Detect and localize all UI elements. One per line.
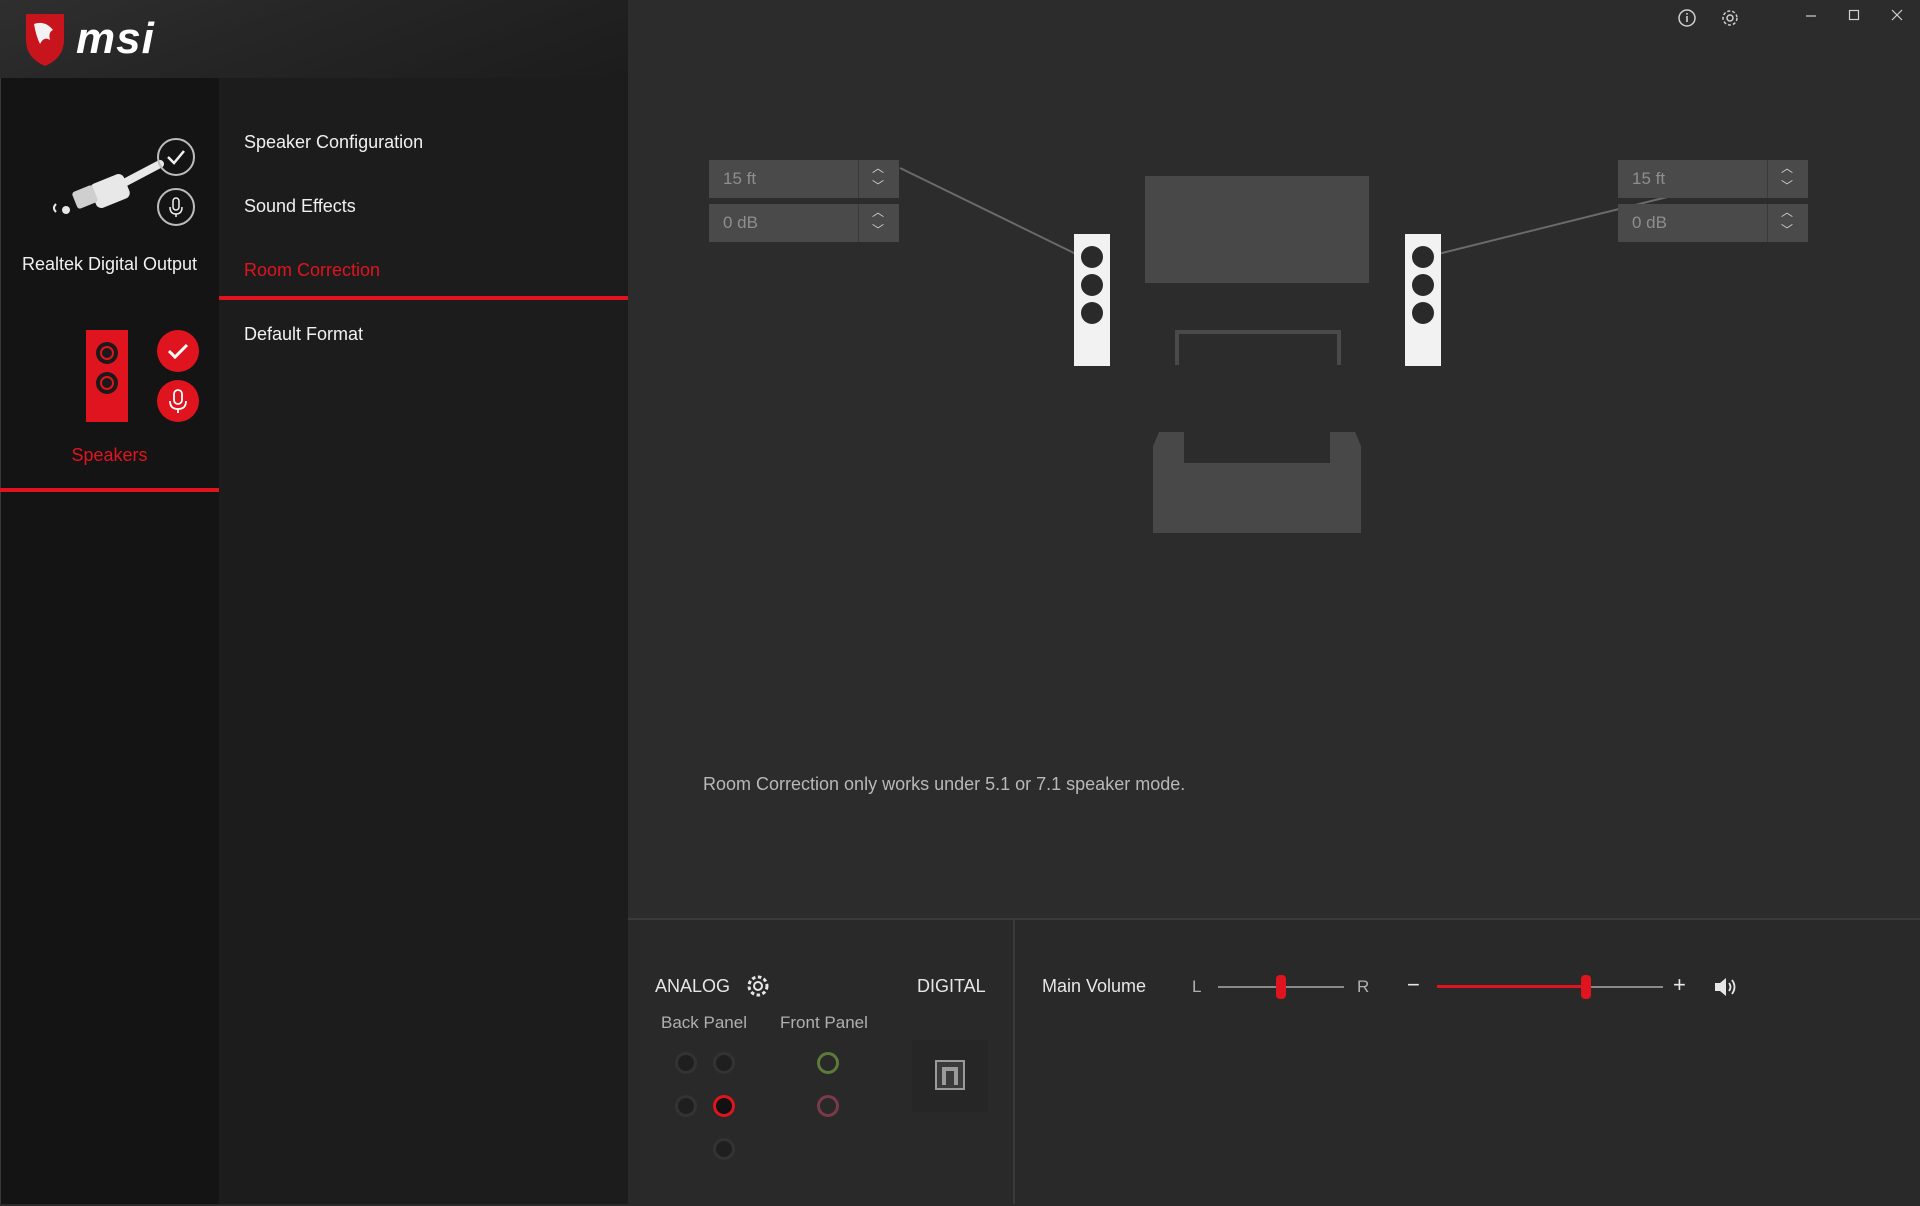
chevron-up-icon[interactable]: ︿ [872,162,884,174]
device-speakers[interactable]: Speakers [0,320,219,490]
device-name: Speakers [71,445,148,465]
left-distance-stepper[interactable]: 15 ft ︿ ﹀ [709,160,899,198]
device-name: Realtek Digital Output [21,254,198,274]
back-panel-jack[interactable] [675,1095,697,1117]
room-diagram [899,167,1785,533]
right-distance-stepper[interactable]: 15 ft ︿ ﹀ [1618,160,1808,198]
main-volume-fill [1437,985,1587,988]
default-device-check-icon [157,330,199,372]
chevron-down-icon[interactable]: ﹀ [1781,180,1793,192]
analog-label: ANALOG [655,976,731,996]
couch-shape [1153,432,1361,533]
chevron-down-icon[interactable]: ﹀ [872,224,884,236]
left-gain-stepper[interactable]: 0 dB ︿ ﹀ [709,204,899,242]
speaker-icon [86,330,128,422]
back-panel-jack[interactable] [675,1052,697,1074]
active-device-underline [0,488,219,492]
digital-label: DIGITAL [917,976,986,996]
balance-left-label: L [1192,977,1202,996]
default-communication-mic-icon [157,380,199,422]
chevron-down-icon[interactable]: ﹀ [1781,224,1793,236]
menu-sound-effects[interactable]: Sound Effects [244,196,356,217]
device-digital-output[interactable]: Realtek Digital Output [0,130,219,290]
table-shape [1175,330,1341,365]
analog-settings-gear-icon[interactable] [745,973,771,999]
room-correction-note: Room Correction only works under 5.1 or … [703,774,1186,794]
active-menu-underline [219,296,628,300]
chevron-up-icon[interactable]: ︿ [1781,162,1793,174]
digital-cable-icon [53,160,164,214]
back-panel-jack[interactable] [713,1138,735,1160]
msi-logo-text: msi [76,14,155,63]
left-speaker-icon [1074,234,1110,366]
default-communication-mic-icon [157,188,195,226]
default-device-check-icon [157,138,195,176]
menu-speaker-configuration[interactable]: Speaker Configuration [244,132,423,153]
right-gain-value: 0 dB [1632,213,1667,232]
left-distance-value: 15 ft [723,169,757,188]
main-volume-slider[interactable] [1437,975,1663,999]
menu-room-correction[interactable]: Room Correction [244,260,380,281]
chevron-up-icon[interactable]: ︿ [872,206,884,218]
balance-slider[interactable] [1218,975,1344,999]
digital-output-port-icon[interactable] [912,1040,988,1112]
balance-slider-thumb[interactable] [1276,975,1286,999]
right-distance-value: 15 ft [1632,169,1666,188]
volume-decrease-button[interactable]: − [1407,972,1420,998]
back-panel-label: Back Panel [661,1013,747,1032]
back-panel-jack[interactable] [713,1052,735,1074]
main-volume-slider-thumb[interactable] [1581,975,1592,999]
menu-default-format[interactable]: Default Format [244,324,363,345]
front-panel-mic-jack[interactable] [817,1095,839,1117]
right-gain-stepper[interactable]: 0 dB ︿ ﹀ [1618,204,1808,242]
balance-right-label: R [1357,977,1370,996]
back-panel-jack-active[interactable] [713,1095,735,1117]
main-volume-label: Main Volume [1042,976,1147,996]
right-speaker-icon [1405,234,1441,366]
mute-speaker-icon[interactable] [1713,975,1739,999]
chevron-down-icon[interactable]: ﹀ [872,180,884,192]
chevron-up-icon[interactable]: ︿ [1781,206,1793,218]
volume-increase-button[interactable]: + [1673,972,1686,998]
front-panel-headphone-jack[interactable] [817,1052,839,1074]
settings-menu-panel [219,78,628,1204]
left-gain-value: 0 dB [723,213,758,232]
tv-shape [1145,176,1369,283]
bottom-divider [1013,920,1015,1204]
msi-logo: msi [20,10,210,70]
front-panel-label: Front Panel [780,1013,868,1032]
